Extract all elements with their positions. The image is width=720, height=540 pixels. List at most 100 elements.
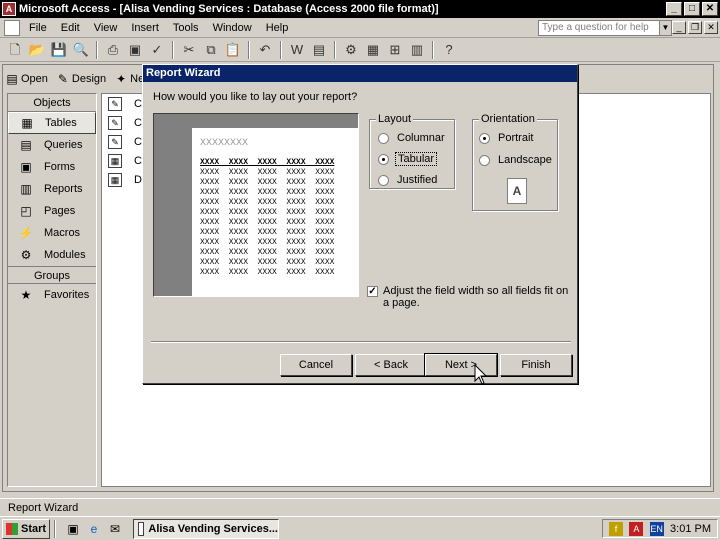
table-icon: ▦	[108, 173, 122, 187]
menu-view[interactable]: View	[87, 22, 125, 34]
open-button[interactable]: ▤ Open	[5, 72, 48, 86]
radio-tabular[interactable]: Tabular	[378, 152, 438, 166]
show-desktop-icon[interactable]: ▣	[65, 521, 81, 537]
sidebar-item-tables[interactable]: ▦ Tables	[8, 112, 96, 134]
close-button[interactable]: ✕	[702, 2, 718, 16]
open-folder-icon[interactable]: 📂	[28, 41, 46, 59]
finish-button[interactable]: Finish	[500, 354, 572, 376]
sidebar-item-favorites[interactable]: ★ Favorites	[8, 284, 96, 306]
sidebar-item-label: Tables	[45, 117, 77, 129]
radio-label: Columnar	[397, 132, 445, 144]
radio-dot	[378, 174, 389, 186]
menu-tools[interactable]: Tools	[166, 22, 206, 34]
office-links-icon[interactable]: W	[288, 41, 306, 59]
status-text: Report Wizard	[8, 501, 79, 514]
spelling-icon[interactable]: ✓	[148, 41, 166, 59]
toolbar-separator	[432, 40, 434, 59]
layout-group-label: Layout	[376, 113, 414, 125]
cancel-button[interactable]: Cancel	[280, 354, 352, 376]
form-icon: ▣	[20, 160, 32, 174]
taskbar-item-access[interactable]: Alisa Vending Services...	[133, 518, 279, 539]
radio-columnar[interactable]: Columnar	[378, 132, 447, 144]
table-icon: ▦	[21, 116, 33, 130]
tray-ati-icon[interactable]: A	[629, 521, 644, 536]
properties-icon[interactable]: ▦	[364, 41, 382, 59]
sidebar-item-reports[interactable]: ▥ Reports	[8, 178, 96, 200]
access-window-icon	[138, 521, 145, 536]
portrait-page-icon: A	[507, 178, 527, 204]
radio-label: Landscape	[498, 154, 552, 166]
design-icon: ✎	[57, 72, 68, 86]
outlook-icon[interactable]: ✉	[107, 521, 123, 537]
tray-app-icon[interactable]: f	[609, 521, 623, 536]
analyze-icon[interactable]: ▤	[310, 41, 328, 59]
document-icon[interactable]	[4, 19, 20, 36]
relationships-icon[interactable]: ⊞	[386, 41, 404, 59]
preview-row: XXXX XXXX XXXX XXXX XXXX	[200, 248, 335, 257]
code-icon[interactable]: ⚙	[342, 41, 360, 59]
doc-minimize-button[interactable]: _	[672, 21, 686, 34]
help-icon[interactable]: ?	[440, 41, 458, 59]
design-button[interactable]: ✎ Design	[56, 72, 106, 86]
print-preview-icon[interactable]: ▣	[126, 41, 144, 59]
menu-help[interactable]: Help	[259, 22, 296, 34]
sidebar-item-modules[interactable]: ⚙ Modules	[8, 244, 96, 266]
report-wizard-dialog: Report Wizard How would you like to lay …	[142, 64, 578, 384]
sidebar-item-label: Modules	[44, 249, 86, 261]
save-icon[interactable]: 💾	[50, 41, 68, 59]
window-title: Microsoft Access - [Alisa Vending Servic…	[19, 3, 439, 15]
sidebar-item-queries[interactable]: ▤ Queries	[8, 134, 96, 156]
new-object-icon[interactable]: ▥	[408, 41, 426, 59]
menu-window[interactable]: Window	[206, 22, 259, 34]
new-file-icon[interactable]: 🗋	[6, 41, 24, 59]
start-button[interactable]: Start	[2, 518, 50, 539]
sidebar-item-macros[interactable]: ⚡ Macros	[8, 222, 96, 244]
minimize-button[interactable]: _	[666, 2, 682, 16]
maximize-button[interactable]: □	[684, 2, 700, 16]
open-label: Open	[21, 73, 48, 85]
radio-landscape[interactable]: Landscape	[479, 154, 554, 166]
sidebar-item-pages[interactable]: ◰ Pages	[8, 200, 96, 222]
preview-row: XXXX XXXX XXXX XXXX XXXX	[200, 168, 335, 177]
back-button[interactable]: < Back	[355, 354, 427, 376]
cut-icon[interactable]: ✂	[180, 41, 198, 59]
radio-label: Portrait	[498, 132, 534, 144]
sidebar-item-label: Queries	[44, 139, 83, 151]
sidebar-item-label: Forms	[44, 161, 76, 173]
radio-dot	[479, 154, 490, 166]
toolbar-separator	[280, 40, 282, 59]
menu-insert[interactable]: Insert	[124, 22, 166, 34]
paste-icon[interactable]: 📋	[224, 41, 242, 59]
sidebar-item-forms[interactable]: ▣ Forms	[8, 156, 96, 178]
language-indicator[interactable]: EN	[649, 521, 664, 536]
radio-justified[interactable]: Justified	[378, 174, 439, 186]
copy-icon[interactable]: ⧉	[202, 41, 220, 59]
undo-icon[interactable]: ↶	[256, 41, 274, 59]
favorites-folder-icon: ★	[20, 288, 32, 302]
groups-header[interactable]: Groups	[8, 266, 96, 284]
help-search-input[interactable]: Type a question for help ▼	[538, 20, 672, 36]
search-file-icon[interactable]: 🔍	[72, 41, 90, 59]
clock: 3:01 PM	[670, 522, 711, 535]
dialog-title: Report Wizard	[143, 65, 577, 82]
internet-explorer-icon[interactable]: e	[86, 521, 102, 537]
menu-file[interactable]: File	[22, 22, 54, 34]
doc-restore-button[interactable]: ❐	[688, 21, 702, 34]
query-icon: ▤	[20, 138, 32, 152]
wizard-icon: ✎	[108, 116, 122, 130]
preview-row: XXXX XXXX XXXX XXXX XXXX	[200, 198, 335, 207]
preview-grid: XXXX XXXX XXXX XXXX XXXX XXXX XXXX XXXX X…	[200, 158, 334, 278]
radio-portrait[interactable]: Portrait	[479, 132, 535, 144]
doc-close-button[interactable]: ✕	[704, 21, 718, 34]
adjust-field-width-checkbox[interactable]: ✓ Adjust the field width so all fields f…	[367, 285, 573, 309]
objects-header[interactable]: Objects	[8, 94, 96, 112]
module-icon: ⚙	[20, 248, 32, 262]
checkbox-label: Adjust the field width so all fields fit…	[383, 285, 569, 309]
preview-row: XXXX XXXX XXXX XXXX XXXX	[200, 218, 335, 227]
design-label: Design	[71, 73, 107, 85]
sidebar-item-label: Pages	[44, 205, 76, 217]
menu-edit[interactable]: Edit	[54, 22, 87, 34]
layout-group: Layout Columnar Tabular Justified	[369, 113, 455, 189]
print-icon[interactable]: ⎙	[104, 41, 122, 59]
macro-icon: ⚡	[18, 226, 34, 240]
